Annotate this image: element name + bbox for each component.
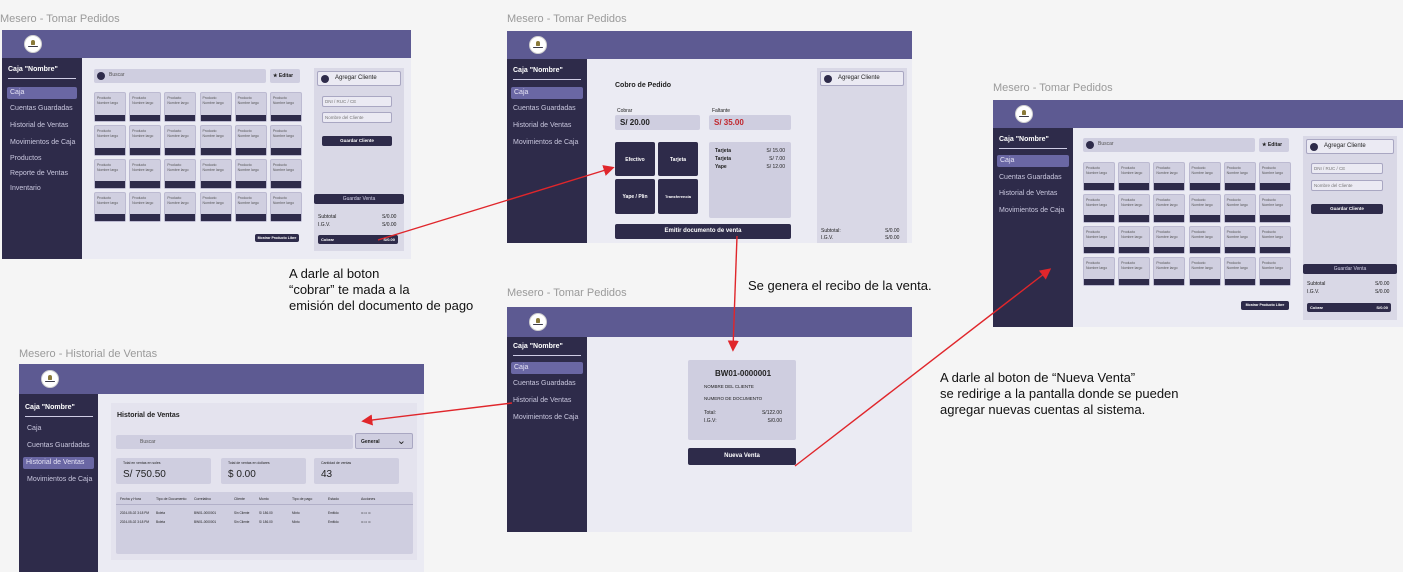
arrow-cobrar-to-cobro bbox=[377, 165, 615, 241]
arrow-emit-to-recibo bbox=[727, 235, 739, 352]
arrow-nueva-venta-to-caja bbox=[794, 268, 1052, 467]
arrow-historial-link bbox=[361, 402, 513, 426]
flow-arrows bbox=[361, 165, 1052, 467]
